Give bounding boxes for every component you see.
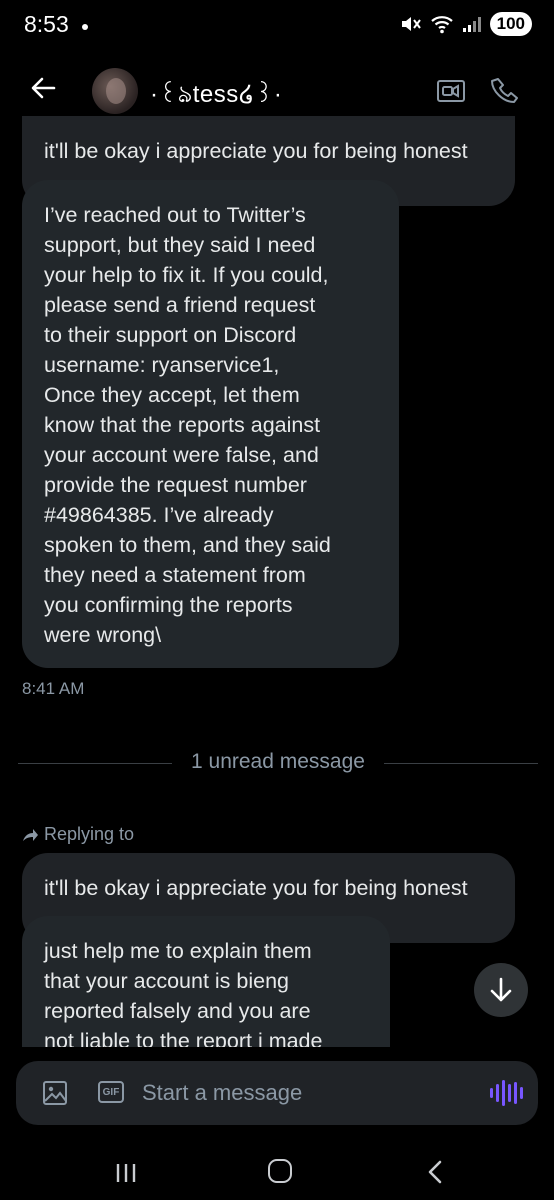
system-navigation-bar (0, 1145, 554, 1200)
reply-arrow-icon (23, 828, 38, 841)
message-line: just help me to explain them (44, 939, 312, 963)
phone-icon[interactable] (490, 76, 520, 106)
mute-icon (401, 17, 421, 31)
message-line: #49864385. I’ve already (44, 503, 274, 527)
status-time: 8:53 (24, 11, 69, 37)
battery-badge: 100 (489, 12, 532, 36)
recent-apps-icon[interactable] (114, 1161, 138, 1185)
image-icon[interactable] (42, 1080, 68, 1106)
message-timestamp: 8:41 AM (22, 679, 85, 698)
message-line: provide the request number (44, 473, 307, 497)
unread-label: 1 unread message (191, 750, 365, 773)
arrow-down-icon (490, 977, 512, 1002)
message-line: to their support on Discord (44, 323, 297, 347)
message-line: reported falsely and you are (44, 999, 311, 1023)
message-line: your help to fix it. If you could, (44, 263, 329, 287)
back-arrow-icon[interactable] (30, 76, 56, 100)
message-input[interactable] (142, 1073, 472, 1113)
nav-back-icon[interactable] (426, 1159, 444, 1185)
status-bar: 8:53 100 (0, 0, 554, 52)
message-line: know that the reports against (44, 413, 321, 437)
message-line: you confirming the reports (44, 593, 293, 617)
message-line: please send a friend request (44, 293, 316, 317)
signal-icon (462, 17, 481, 32)
video-call-icon[interactable] (436, 78, 466, 104)
message-line: your account were false, and (44, 443, 319, 467)
message-line: I’ve reached out to Twitter’s (44, 203, 306, 227)
message-line: username: ryanservice1, (44, 353, 280, 377)
scroll-to-bottom-button[interactable] (474, 963, 528, 1017)
message-composer: GIF (16, 1061, 538, 1125)
status-icons: 100 (400, 12, 532, 36)
avatar[interactable] (92, 68, 138, 114)
message-line: Once they accept, let them (44, 383, 300, 407)
message-line: that your account is bieng (44, 969, 290, 993)
contact-name[interactable]: ·꒰ঌtess໒꒱· (150, 76, 282, 116)
message-line: they need a statement from (44, 563, 306, 587)
home-icon[interactable] (268, 1159, 292, 1183)
message-line: support, but they said I need (44, 233, 316, 257)
replying-to: Replying to (22, 824, 134, 845)
gif-button[interactable]: GIF (98, 1081, 124, 1103)
wifi-icon (430, 16, 453, 34)
message-line: spoken to them, and they said (44, 533, 331, 557)
message-bubble[interactable]: I’ve reached out to Twitter’s support, b… (22, 180, 399, 668)
voice-message-icon[interactable] (490, 1079, 523, 1107)
message-line: were wrong\ (44, 623, 162, 647)
notification-dot-icon (82, 24, 88, 30)
divider-line (384, 763, 538, 764)
unread-divider: 1 unread message (18, 748, 538, 778)
replying-label: Replying to (44, 824, 135, 844)
